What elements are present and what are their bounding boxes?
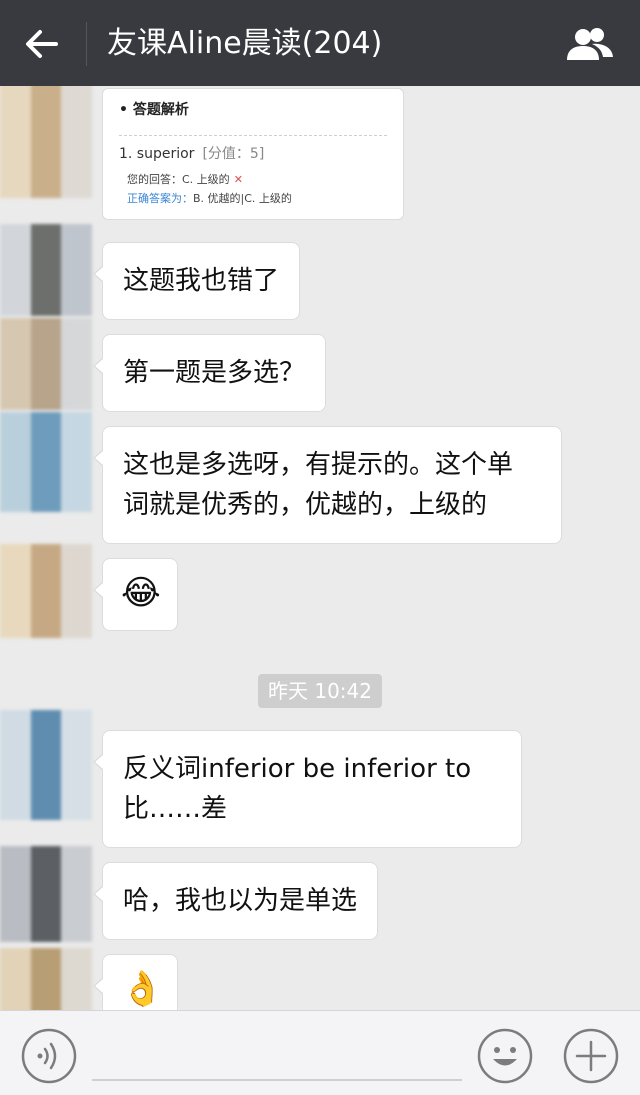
card-your-answer: 您的回答：C. 上级的 ✕ <box>127 170 387 190</box>
message-bubble[interactable]: 第一题是多选？ <box>92 334 327 412</box>
card-question: 1. superior [分值：5] <box>119 144 387 164</box>
laughing-crying-emoji-icon: 😂 <box>121 573 161 613</box>
avatar[interactable] <box>0 846 92 942</box>
message-input[interactable] <box>92 1079 462 1081</box>
input-bar <box>0 1010 640 1095</box>
plus-more-icon[interactable] <box>562 1027 620 1085</box>
timestamp-label: 昨天 10:42 <box>258 674 382 708</box>
message-bubble[interactable]: 👌 <box>93 954 178 1010</box>
chat-title: 友课Aline晨读(204) <box>107 26 383 61</box>
message-text: 哈，我也以为是单选 <box>123 886 358 916</box>
message-text-line: 反义词inferior be inferior to <box>123 754 472 784</box>
card-score: [分值：5] <box>202 146 265 162</box>
message-text-line: 这也是多选呀，有提示的。这个单 <box>123 450 514 480</box>
message-text-line: 词就是优秀的，优越的，上级的 <box>123 490 488 520</box>
emoji-face-icon[interactable] <box>476 1027 534 1085</box>
message-bubble[interactable]: 这题我也错了 <box>92 242 301 320</box>
answer-analysis-card[interactable]: • 答题解析 1. superior [分值：5] 您的回答：C. 上级的 ✕ 正确… <box>102 88 404 220</box>
message-bubble[interactable]: 😂 <box>93 558 178 631</box>
message-bubble[interactable]: 这也是多选呀，有提示的。这个单 词就是优秀的，优越的，上级的 <box>93 426 562 544</box>
header-divider <box>86 22 87 66</box>
avatar[interactable] <box>0 224 92 316</box>
message-bubble[interactable]: 反义词inferior be inferior to 比……差 <box>93 730 522 848</box>
card-divider <box>119 135 387 136</box>
avatar[interactable] <box>0 86 92 198</box>
card-correct-answer: 正确答案为：B. 优越的|C. 上级的 <box>127 190 387 208</box>
voice-input-icon[interactable] <box>20 1027 78 1085</box>
message-bubble[interactable]: 哈，我也以为是单选 <box>92 862 379 940</box>
message-text: 这题我也错了 <box>123 266 280 296</box>
chat-message-list[interactable]: • 答题解析 1. superior [分值：5] 您的回答：C. 上级的 ✕ 正确… <box>0 86 640 1010</box>
back-arrow-icon[interactable] <box>20 22 64 66</box>
avatar[interactable] <box>0 412 92 512</box>
avatar[interactable] <box>0 318 92 410</box>
avatar[interactable] <box>0 544 92 638</box>
message-text: 第一题是多选？ <box>123 358 306 388</box>
avatar[interactable] <box>0 948 92 1010</box>
avatar[interactable] <box>0 710 92 820</box>
message-text-line: 比……差 <box>123 794 228 824</box>
wrong-x-icon: ✕ <box>233 173 243 186</box>
card-heading: • 答题解析 <box>119 102 189 118</box>
card-correct-label: 正确答案为： <box>127 192 193 205</box>
group-members-icon[interactable] <box>562 22 618 66</box>
ok-hand-emoji-icon: 👌 <box>121 969 164 1009</box>
card-correct-value: B. 优越的|C. 上级的 <box>193 192 292 205</box>
card-your-answer-text: 您的回答：C. 上级的 <box>127 173 230 186</box>
card-question-text: 1. superior <box>119 146 195 162</box>
chat-header: 友课Aline晨读(204) <box>0 0 640 86</box>
